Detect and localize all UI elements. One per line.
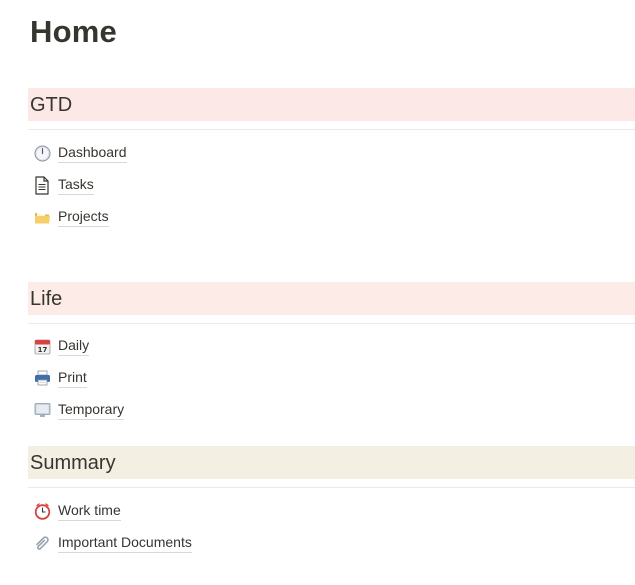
section-header: GTD — [28, 88, 635, 121]
paperclip-icon — [32, 533, 52, 553]
divider — [28, 129, 635, 130]
link-daily[interactable]: 17 Daily — [30, 333, 90, 359]
svg-text:17: 17 — [37, 346, 47, 354]
divider — [28, 487, 635, 488]
monitor-icon — [32, 400, 52, 420]
link-tasks[interactable]: Tasks — [30, 172, 94, 198]
link-label: Important Documents — [58, 533, 192, 553]
link-label: Temporary — [58, 400, 125, 420]
section-life: Life — [28, 282, 635, 324]
document-icon — [32, 175, 52, 195]
section-gtd: GTD — [28, 88, 635, 130]
link-label: Projects — [58, 207, 109, 227]
link-important-documents[interactable]: Important Documents — [30, 530, 192, 556]
divider — [28, 323, 635, 324]
folder-icon — [32, 207, 52, 227]
section-title: Life — [30, 287, 63, 310]
section-title: Summary — [30, 451, 116, 474]
link-print[interactable]: Print — [30, 365, 87, 391]
page-title: Home — [30, 14, 117, 49]
section-title: GTD — [30, 93, 73, 116]
calendar-icon: 17 — [32, 336, 52, 356]
section-header: Life — [28, 282, 635, 315]
link-label: Dashboard — [58, 143, 127, 163]
link-label: Work time — [58, 501, 121, 521]
link-label: Print — [58, 368, 87, 388]
section-summary: Summary — [28, 446, 635, 488]
link-dashboard[interactable]: Dashboard — [30, 140, 127, 166]
link-label: Tasks — [58, 175, 94, 195]
link-label: Daily — [58, 336, 90, 356]
link-temporary[interactable]: Temporary — [30, 397, 125, 423]
printer-icon — [32, 368, 52, 388]
link-projects[interactable]: Projects — [30, 204, 109, 230]
clock-icon — [32, 143, 52, 163]
section-header: Summary — [28, 446, 635, 479]
alarm-clock-icon — [32, 501, 52, 521]
page: Home GTD Dashboard Tasks Projects Life 1… — [0, 0, 635, 585]
link-work-time[interactable]: Work time — [30, 498, 121, 524]
